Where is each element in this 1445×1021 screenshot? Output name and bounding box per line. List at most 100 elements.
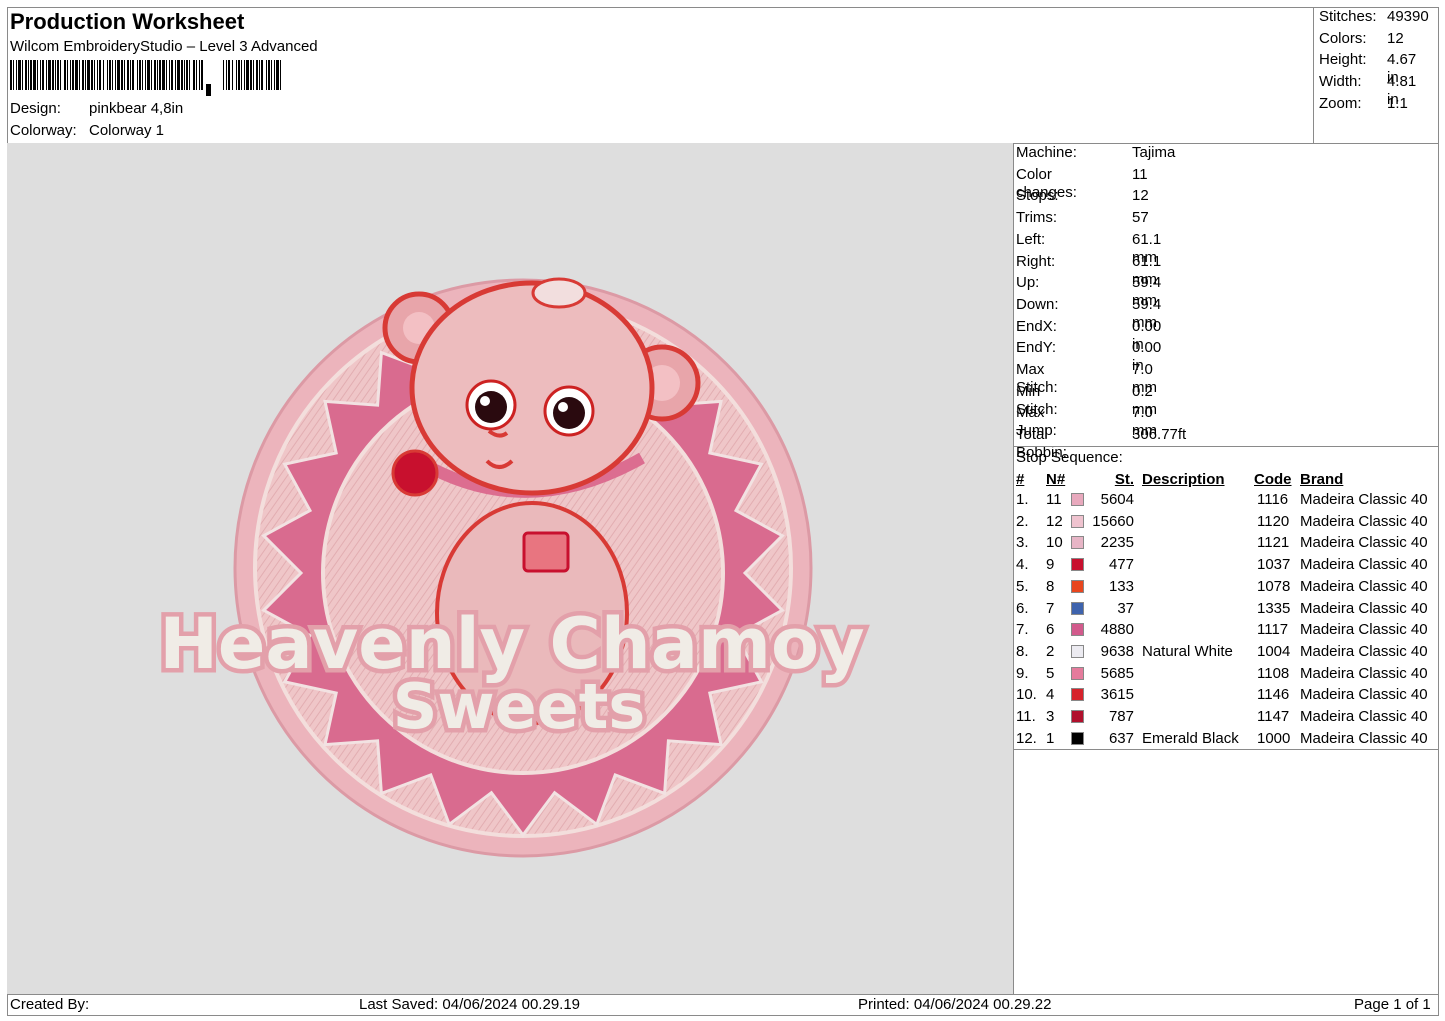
- stop-brand: Madeira Classic 40: [1300, 599, 1428, 617]
- stop-needle: 8: [1046, 577, 1055, 595]
- stop-brand: Madeira Classic 40: [1300, 556, 1428, 574]
- stop-needle: 1: [1046, 729, 1055, 747]
- stop-num: 9.: [1016, 664, 1029, 682]
- stop-needle: 12: [1046, 512, 1063, 530]
- stop-brand: Madeira Classic 40: [1300, 708, 1428, 725]
- stop-num: 2.: [1016, 512, 1029, 530]
- stop-code: 1078: [1257, 577, 1291, 595]
- machine-info-value: 306.77ft: [1132, 426, 1187, 444]
- col-header-num: #: [1016, 471, 1025, 488]
- thread-color-swatch: [1071, 579, 1084, 593]
- stop-code: 1004: [1257, 642, 1291, 660]
- stop-needle: 11: [1046, 491, 1062, 508]
- stop-stitches: 15660: [1092, 512, 1134, 530]
- embroidery-design-image: Heavenly Chamoy Sweets: [155, 277, 869, 858]
- stop-stitches: 2235: [1100, 534, 1134, 552]
- stop-brand: Madeira Classic 40: [1300, 686, 1428, 704]
- stop-num: 4.: [1016, 556, 1029, 574]
- stop-brand: Madeira Classic 40: [1300, 577, 1428, 595]
- machine-info-label: Up:: [1016, 274, 1040, 292]
- machine-info-value: 57: [1132, 209, 1149, 227]
- stop-brand: Madeira Classic 40: [1300, 491, 1428, 508]
- stop-code: 1121: [1257, 534, 1290, 552]
- stop-num: 3.: [1016, 534, 1029, 552]
- machine-info-value: 11: [1132, 165, 1148, 183]
- thread-color-swatch: [1071, 601, 1084, 615]
- stop-brand: Madeira Classic 40: [1300, 664, 1428, 682]
- stop-sequence-title: Stop Sequence:: [1016, 449, 1123, 466]
- stop-code: 1000: [1257, 729, 1291, 747]
- footer-printed: Printed: 04/06/2024 00.29.22: [858, 996, 1052, 1013]
- machine-info-label: EndX:: [1016, 317, 1057, 335]
- stop-num: 11.: [1016, 708, 1036, 725]
- page-title: Production Worksheet: [10, 9, 245, 34]
- col-header-code: Code: [1254, 471, 1292, 488]
- stop-needle: 6: [1046, 621, 1055, 639]
- design-label: Design:: [10, 100, 61, 117]
- machine-info-label: Stops:: [1016, 187, 1059, 205]
- stop-needle: 4: [1046, 686, 1055, 704]
- stop-stitches: 3615: [1100, 686, 1134, 704]
- machine-info-label: Machine:: [1016, 144, 1077, 161]
- stop-num: 5.: [1016, 577, 1029, 595]
- stop-needle: 10: [1046, 534, 1063, 552]
- software-name: Wilcom EmbroideryStudio – Level 3 Advanc…: [10, 38, 318, 55]
- colorway-value: Colorway 1: [89, 122, 165, 139]
- thread-color-swatch: [1071, 731, 1084, 745]
- stop-brand: Madeira Classic 40: [1300, 621, 1428, 639]
- stop-brand: Madeira Classic 40: [1300, 729, 1428, 747]
- stop-stitches: 477: [1108, 556, 1134, 574]
- thread-color-swatch: [1071, 558, 1084, 572]
- machine-info-label: Trims:: [1016, 209, 1058, 227]
- machine-info-value: Tajima: [1132, 144, 1176, 161]
- stop-needle: 3: [1046, 708, 1055, 725]
- thread-color-swatch: [1071, 644, 1084, 658]
- design-value: pinkbear 4,8in: [89, 100, 184, 117]
- stop-needle: 2: [1046, 642, 1055, 660]
- barcode-image: [10, 60, 281, 96]
- stop-num: 10.: [1016, 686, 1037, 704]
- stop-num: 6.: [1016, 599, 1029, 617]
- machine-info-value: 12: [1132, 187, 1149, 205]
- stop-description: Emerald Black: [1142, 729, 1239, 747]
- thread-color-swatch: [1071, 623, 1084, 637]
- stop-needle: 7: [1046, 599, 1055, 617]
- footer-created-by: Created By:: [10, 996, 90, 1013]
- stop-stitches: 4880: [1100, 621, 1134, 639]
- footer-frame: [7, 994, 1439, 1016]
- col-header-brand: Brand: [1300, 471, 1344, 488]
- stop-code: 1120: [1257, 512, 1290, 530]
- thread-color-swatch: [1071, 514, 1084, 528]
- stop-stitches: 133: [1108, 577, 1134, 595]
- thread-color-swatch: [1071, 710, 1084, 723]
- machine-info-label: Left:: [1016, 230, 1046, 248]
- col-header-n: N#: [1046, 471, 1066, 488]
- stop-num: 12.: [1016, 729, 1037, 747]
- design-text-line2: Sweets: [393, 670, 646, 743]
- stop-stitches: 5685: [1100, 664, 1134, 682]
- machine-info-label: Right:: [1016, 252, 1056, 270]
- stop-code: 1116: [1257, 491, 1289, 508]
- stop-code: 1117: [1257, 621, 1289, 639]
- stop-stitches: 9638: [1100, 642, 1134, 660]
- stop-stitches: 637: [1108, 729, 1134, 747]
- info-divider-1: [1013, 446, 1439, 447]
- footer-page-number: Page 1 of 1: [1354, 996, 1431, 1013]
- stop-code: 1147: [1257, 708, 1290, 725]
- stop-stitches: 5604: [1100, 491, 1134, 508]
- thread-color-swatch: [1071, 493, 1084, 506]
- stop-description: Natural White: [1142, 642, 1233, 660]
- stop-num: 1.: [1016, 491, 1029, 508]
- col-header-description: Description: [1142, 471, 1225, 488]
- stop-brand: Madeira Classic 40: [1300, 534, 1428, 552]
- info-divider-2: [1013, 749, 1439, 750]
- thread-color-swatch: [1071, 688, 1084, 702]
- stop-needle: 5: [1046, 664, 1055, 682]
- stop-code: 1335: [1257, 599, 1291, 617]
- stop-brand: Madeira Classic 40: [1300, 512, 1428, 530]
- stop-needle: 9: [1046, 556, 1055, 574]
- stop-num: 8.: [1016, 642, 1029, 660]
- thread-color-swatch: [1071, 666, 1084, 680]
- stop-code: 1037: [1257, 556, 1291, 574]
- stop-stitches: 787: [1108, 708, 1134, 725]
